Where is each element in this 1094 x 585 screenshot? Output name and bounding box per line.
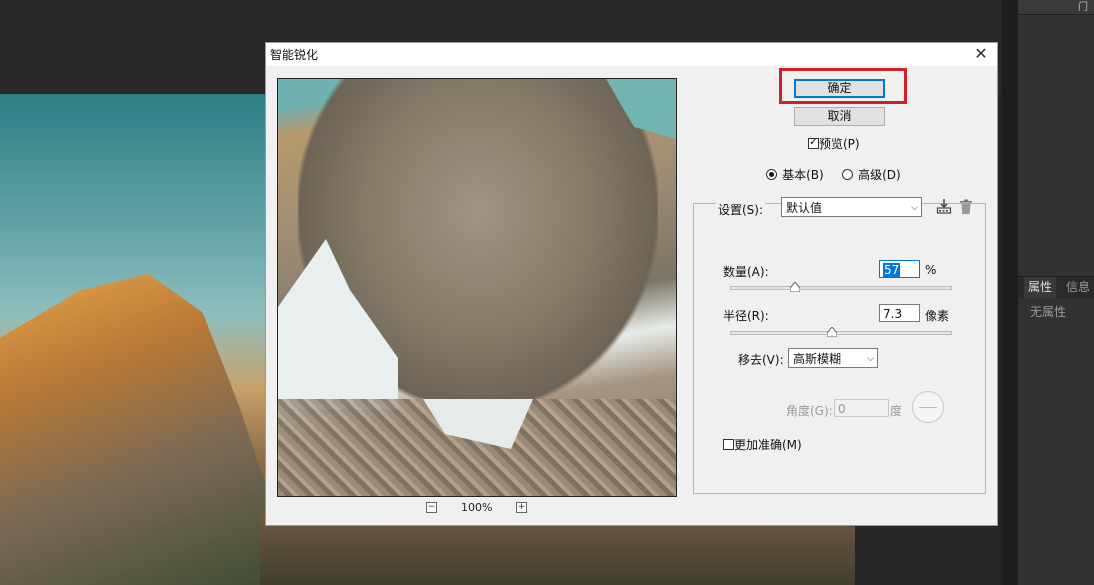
cancel-button[interactable]: 取消 <box>794 107 885 126</box>
canvas-mountain <box>0 274 270 585</box>
radius-slider[interactable] <box>730 327 952 337</box>
mode-basic-radio-dot[interactable] <box>766 169 777 180</box>
preview-checkbox-box[interactable] <box>808 135 819 149</box>
settings-preset-value: 默认值 <box>786 201 823 215</box>
settings-label: 设置(S): <box>716 201 766 218</box>
no-properties-text: 无属性 <box>1030 305 1067 319</box>
mode-advanced-radio[interactable]: 高级(D) <box>842 164 901 183</box>
panel-tabs: 属性 信息 <box>1018 276 1094 298</box>
tab-properties[interactable]: 属性 <box>1024 277 1057 298</box>
dialog-titlebar[interactable]: 智能锐化 ✕ <box>266 43 997 66</box>
radius-unit: 像素 <box>925 309 950 323</box>
settings-preset-select[interactable]: 默认值 ⌵ <box>781 197 922 217</box>
chevron-down-icon: ⌵ <box>911 203 918 213</box>
preview-checkbox-label: 预览(P) <box>819 137 860 151</box>
angle-label: 角度(G): <box>786 404 833 418</box>
close-button[interactable]: ✕ <box>971 44 991 64</box>
zoom-out-button[interactable]: − <box>426 502 437 513</box>
amount-unit: % <box>925 263 937 277</box>
preview-checkbox[interactable]: 预览(P) <box>808 133 860 152</box>
amount-value: 57 <box>883 263 901 277</box>
zoom-controls: − 100% + <box>277 499 675 519</box>
radius-label: 半径(R): <box>723 309 769 323</box>
preview-image[interactable] <box>277 78 677 497</box>
amount-input[interactable]: 57 <box>879 260 920 278</box>
smart-sharpen-dialog: 智能锐化 ✕ − 100% + 确定 取消 预览(P) 基本(B) 高级(D) … <box>265 42 998 526</box>
angle-input[interactable]: 0 <box>834 399 889 417</box>
more-accurate-checkbox[interactable]: 更加准确(M) <box>723 434 802 453</box>
zoom-in-button[interactable]: + <box>516 502 527 513</box>
panel-top-strip: 门 <box>1018 0 1094 15</box>
panel-divider[interactable] <box>1002 0 1018 585</box>
angle-unit: 度 <box>890 404 903 418</box>
remove-select[interactable]: 高斯模糊 ⌵ <box>788 348 878 368</box>
right-panel: 门 属性 信息 无属性 <box>1018 0 1094 585</box>
amount-label: 数量(A): <box>723 265 769 279</box>
chevron-down-icon: ⌵ <box>867 354 874 364</box>
mode-basic-radio[interactable]: 基本(B) <box>766 164 824 183</box>
more-accurate-checkbox-box[interactable] <box>723 439 734 450</box>
angle-dial[interactable] <box>912 391 944 423</box>
radius-input[interactable]: 7.3 <box>879 304 920 322</box>
trash-icon[interactable] <box>959 199 973 215</box>
radius-slider-thumb[interactable] <box>827 327 837 337</box>
panel-top-label: 门 <box>1078 2 1088 13</box>
remove-value: 高斯模糊 <box>793 352 842 366</box>
ok-highlight-box <box>779 68 907 104</box>
tab-info[interactable]: 信息 <box>1062 277 1094 298</box>
mode-advanced-radio-dot[interactable] <box>842 169 853 180</box>
amount-slider-thumb[interactable] <box>790 282 800 292</box>
remove-label: 移去(V): <box>738 353 784 367</box>
mode-basic-label: 基本(B) <box>782 168 824 182</box>
dialog-title: 智能锐化 <box>270 48 319 62</box>
save-preset-icon[interactable] <box>936 198 952 214</box>
more-accurate-label: 更加准确(M) <box>734 438 802 452</box>
mode-advanced-label: 高级(D) <box>858 168 901 182</box>
amount-slider[interactable] <box>730 282 952 292</box>
zoom-level: 100% <box>461 501 493 514</box>
